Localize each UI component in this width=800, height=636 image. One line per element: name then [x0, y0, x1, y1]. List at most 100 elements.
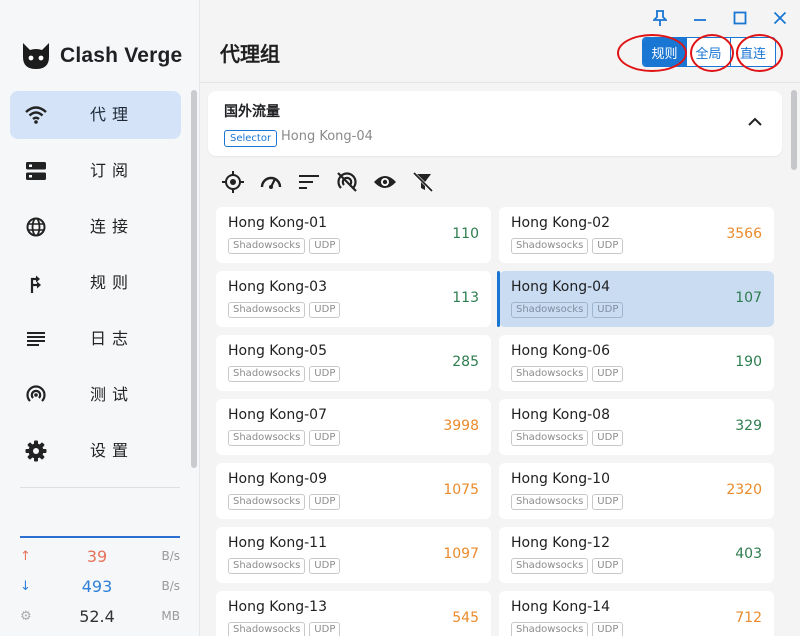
- proxy-delay[interactable]: 190: [735, 354, 762, 370]
- proxy-type-tag: Shadowsocks: [228, 302, 306, 318]
- sidebar-item-label: 规则: [90, 273, 135, 292]
- sidebar-item-test[interactable]: 测试: [10, 371, 181, 419]
- proxy-name: Hong Kong-14: [511, 599, 610, 615]
- sidebar-item-label: 连接: [90, 217, 135, 236]
- memory-icon: ⚙: [20, 608, 32, 624]
- locate-icon[interactable]: [221, 170, 245, 194]
- proxy-tags: Shadowsocks UDP: [511, 238, 624, 254]
- proxy-delay[interactable]: 712: [735, 610, 762, 626]
- proxy-type-tag: Shadowsocks: [511, 558, 589, 574]
- proxy-name: Hong Kong-05: [228, 343, 327, 359]
- broadcast-icon: [24, 383, 48, 407]
- speed-test-icon[interactable]: [259, 170, 283, 194]
- sort-icon[interactable]: [297, 170, 321, 194]
- proxy-item[interactable]: Hong Kong-03 Shadowsocks UDP 113: [216, 271, 491, 327]
- proxy-item[interactable]: Hong Kong-05 Shadowsocks UDP 285: [216, 335, 491, 391]
- sidebar-divider: [20, 487, 180, 488]
- sidebar-item-logs[interactable]: 日志: [10, 315, 181, 363]
- sidebar-scrollbar[interactable]: [191, 90, 197, 468]
- maximize-icon[interactable]: [729, 8, 751, 28]
- proxy-item[interactable]: Hong Kong-08 Shadowsocks UDP 329: [499, 399, 774, 455]
- proxy-item[interactable]: Hong Kong-12 Shadowsocks UDP 403: [499, 527, 774, 583]
- sidebar-item-rules[interactable]: 规则: [10, 259, 181, 307]
- proxy-name: Hong Kong-04: [511, 279, 610, 295]
- proxy-type-tag: Shadowsocks: [228, 622, 306, 636]
- sidebar-item-settings[interactable]: 设置: [10, 427, 181, 475]
- proxy-item[interactable]: Hong Kong-01 Shadowsocks UDP 110: [216, 207, 491, 263]
- proxy-item[interactable]: Hong Kong-14 Shadowsocks UDP 712: [499, 591, 774, 636]
- traffic-graph-baseline: [20, 536, 180, 538]
- proxy-delay[interactable]: 113: [452, 290, 479, 306]
- filter-off-icon[interactable]: [411, 170, 435, 194]
- proxy-type-tag: Shadowsocks: [228, 558, 306, 574]
- proxy-delay[interactable]: 329: [735, 418, 762, 434]
- proxy-tags: Shadowsocks UDP: [511, 494, 624, 510]
- close-icon[interactable]: [769, 8, 791, 28]
- proxy-delay[interactable]: 1075: [443, 482, 479, 498]
- proxy-type-tag: Shadowsocks: [511, 494, 589, 510]
- group-type-badge: Selector: [224, 130, 278, 147]
- cat-logo-icon: [23, 43, 49, 69]
- pin-icon[interactable]: [649, 8, 671, 28]
- proxy-tags: Shadowsocks UDP: [511, 366, 624, 382]
- proxy-udp-tag: UDP: [592, 302, 624, 318]
- group-current-proxy: Hong Kong-04: [281, 129, 373, 144]
- proxy-udp-tag: UDP: [592, 430, 624, 446]
- upload-speed: ↑ 39 B/s: [20, 545, 180, 567]
- proxy-type-tag: Shadowsocks: [511, 430, 589, 446]
- proxy-delay[interactable]: 3998: [443, 418, 479, 434]
- sidebar: Clash Verge 代理 订阅 连接 规则 日志 测试 设置 ↑ 39 B/…: [0, 0, 200, 636]
- visibility-icon[interactable]: [373, 170, 397, 194]
- proxy-udp-tag: UDP: [309, 302, 341, 318]
- proxy-item-selected[interactable]: Hong Kong-04 Shadowsocks UDP 107: [497, 271, 774, 327]
- upload-unit: B/s: [161, 549, 180, 563]
- mode-global-button[interactable]: 全局: [687, 38, 731, 66]
- proxy-item[interactable]: Hong Kong-06 Shadowsocks UDP 190: [499, 335, 774, 391]
- proxy-udp-tag: UDP: [592, 238, 624, 254]
- proxy-name: Hong Kong-09: [228, 471, 327, 487]
- proxy-group-card[interactable]: 国外流量 Selector Hong Kong-04: [208, 91, 782, 156]
- header-divider: [200, 82, 800, 83]
- minimize-icon[interactable]: [689, 8, 711, 28]
- proxy-delay[interactable]: 107: [735, 290, 762, 306]
- proxy-name: Hong Kong-07: [228, 407, 327, 423]
- proxy-delay[interactable]: 3566: [726, 226, 762, 242]
- proxy-tags: Shadowsocks UDP: [228, 558, 341, 574]
- chevron-up-icon[interactable]: [746, 113, 764, 131]
- proxy-item[interactable]: Hong Kong-13 Shadowsocks UDP 545: [216, 591, 491, 636]
- proxy-item[interactable]: Hong Kong-10 Shadowsocks UDP 2320: [499, 463, 774, 519]
- mode-direct-button[interactable]: 直连: [731, 38, 775, 66]
- proxy-item[interactable]: Hong Kong-09 Shadowsocks UDP 1075: [216, 463, 491, 519]
- sidebar-item-proxies[interactable]: 代理: [10, 91, 181, 139]
- proxy-type-tag: Shadowsocks: [511, 238, 589, 254]
- proxy-item[interactable]: Hong Kong-11 Shadowsocks UDP 1097: [216, 527, 491, 583]
- proxy-tags: Shadowsocks UDP: [511, 558, 624, 574]
- proxy-name: Hong Kong-12: [511, 535, 610, 551]
- proxy-udp-tag: UDP: [309, 430, 341, 446]
- proxy-name: Hong Kong-03: [228, 279, 327, 295]
- proxy-name: Hong Kong-10: [511, 471, 610, 487]
- proxy-item[interactable]: Hong Kong-02 Shadowsocks UDP 3566: [499, 207, 774, 263]
- proxy-delay[interactable]: 1097: [443, 546, 479, 562]
- proxy-item[interactable]: Hong Kong-07 Shadowsocks UDP 3998: [216, 399, 491, 455]
- url-off-icon[interactable]: [335, 170, 359, 194]
- proxy-delay[interactable]: 110: [452, 226, 479, 242]
- proxy-name: Hong Kong-13: [228, 599, 327, 615]
- proxy-delay[interactable]: 403: [735, 546, 762, 562]
- proxy-tags: Shadowsocks UDP: [511, 430, 624, 446]
- sidebar-item-connections[interactable]: 连接: [10, 203, 181, 251]
- sidebar-item-profiles[interactable]: 订阅: [10, 147, 181, 195]
- proxy-delay[interactable]: 545: [452, 610, 479, 626]
- arrow-down-icon: ↓: [20, 578, 31, 594]
- gear-icon: [24, 439, 48, 463]
- proxy-name: Hong Kong-11: [228, 535, 327, 551]
- main-scrollbar[interactable]: [791, 90, 797, 170]
- proxy-type-tag: Shadowsocks: [511, 366, 589, 382]
- proxy-name: Hong Kong-02: [511, 215, 610, 231]
- proxy-delay[interactable]: 2320: [726, 482, 762, 498]
- proxy-udp-tag: UDP: [592, 558, 624, 574]
- proxy-delay[interactable]: 285: [452, 354, 479, 370]
- arrow-up-icon: ↑: [20, 548, 31, 564]
- mode-rule-button[interactable]: 规则: [643, 38, 687, 66]
- proxy-type-tag: Shadowsocks: [228, 494, 306, 510]
